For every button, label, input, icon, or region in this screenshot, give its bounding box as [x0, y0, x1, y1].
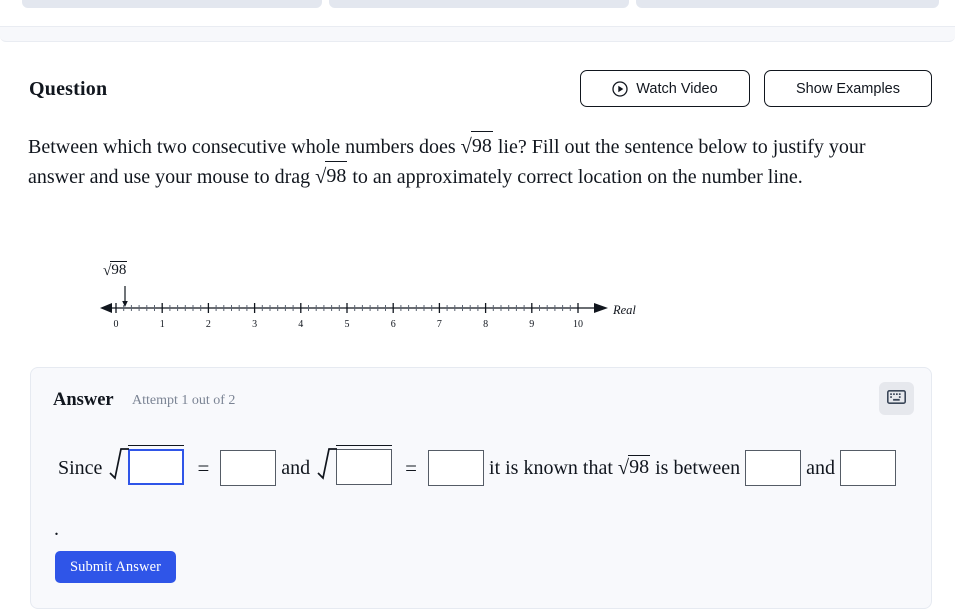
sentence-and-label-1: and [281, 456, 311, 479]
number-line-figure[interactable]: √98 Real 0 1 2 3 4 5 6 7 8 9 10 [100, 261, 660, 340]
svg-text:10: 10 [573, 319, 583, 330]
radical-input-group-1 [109, 445, 185, 491]
result-input-1[interactable] [220, 450, 277, 486]
radicand-slot-1 [128, 445, 185, 485]
sentence-since-label: Since [58, 456, 103, 479]
sentence-between-label: is between [655, 456, 741, 479]
inline-radicand-1: 98 [470, 131, 493, 161]
radical-sign-icon-1 [109, 445, 130, 491]
play-circle-icon [612, 80, 628, 97]
inline-radical-98-first: √98 [461, 131, 493, 162]
upper-bound-input[interactable] [839, 450, 896, 486]
radicand-input-2[interactable] [336, 449, 393, 485]
keyboard-toggle-button[interactable] [879, 382, 914, 415]
top-tab-strip [0, 0, 955, 8]
question-text-part-3: to an approximately correct location on … [352, 166, 803, 188]
top-tab-chip-3[interactable] [636, 0, 939, 8]
watch-video-label: Watch Video [636, 80, 718, 97]
question-text-part-1: Between which two consecutive whole numb… [28, 136, 456, 158]
svg-text:5: 5 [345, 319, 350, 330]
svg-text:2: 2 [206, 319, 211, 330]
page-root: Question Watch Video Show Examples Betwe… [0, 0, 955, 609]
show-examples-button[interactable]: Show Examples [764, 70, 932, 107]
keyboard-icon [887, 390, 906, 407]
number-line-axis[interactable]: 0 1 2 3 4 5 6 7 8 9 10 [100, 298, 615, 332]
answer-sentence: Since = and = it is known that √98 is be… [53, 445, 913, 491]
radical-sign-icon-2 [317, 445, 338, 491]
attempt-counter: Attempt 1 out of 2 [132, 393, 236, 408]
svg-text:8: 8 [483, 319, 488, 330]
inline-radicand-2: 98 [325, 161, 348, 191]
answer-radicand: 98 [628, 455, 651, 478]
lower-bound-input[interactable] [745, 450, 802, 486]
page-title: Question [29, 78, 108, 100]
equals-sign-1: = [197, 455, 210, 480]
radicand-slot-2 [336, 445, 393, 485]
radical-input-group-2 [317, 445, 393, 491]
svg-text:7: 7 [437, 319, 442, 330]
radicand-input-1[interactable] [128, 449, 185, 485]
watch-video-button[interactable]: Watch Video [580, 70, 750, 107]
svg-text:4: 4 [298, 319, 303, 330]
inline-radical-98-answer: √98 [617, 455, 651, 479]
sentence-period: . [54, 518, 59, 540]
question-text: Between which two consecutive whole numb… [28, 131, 906, 192]
marker-radicand: 98 [110, 261, 128, 278]
number-line-axis-label: Real [613, 303, 636, 317]
sentence-known-label: it is known that [489, 456, 613, 479]
svg-text:9: 9 [529, 319, 534, 330]
svg-text:3: 3 [252, 319, 257, 330]
svg-text:0: 0 [114, 319, 119, 330]
toolbar-band [0, 26, 955, 42]
svg-text:6: 6 [391, 319, 396, 330]
show-examples-label: Show Examples [796, 80, 900, 97]
inline-radical-98-second: √98 [315, 161, 348, 192]
submit-answer-button[interactable]: Submit Answer [55, 551, 176, 583]
draggable-radical-marker[interactable]: √98 [103, 261, 128, 280]
top-tab-chip-1[interactable] [22, 0, 322, 8]
answer-heading: Answer [53, 390, 114, 410]
answer-panel: Answer Attempt 1 out of 2 Since = and = … [30, 367, 932, 609]
result-input-2[interactable] [428, 450, 485, 486]
svg-text:1: 1 [160, 319, 165, 330]
equals-sign-2: = [405, 455, 418, 480]
top-tab-chip-2[interactable] [329, 0, 629, 8]
sentence-and-label-2: and [806, 456, 835, 479]
question-header: Question Watch Video Show Examples [0, 62, 955, 122]
